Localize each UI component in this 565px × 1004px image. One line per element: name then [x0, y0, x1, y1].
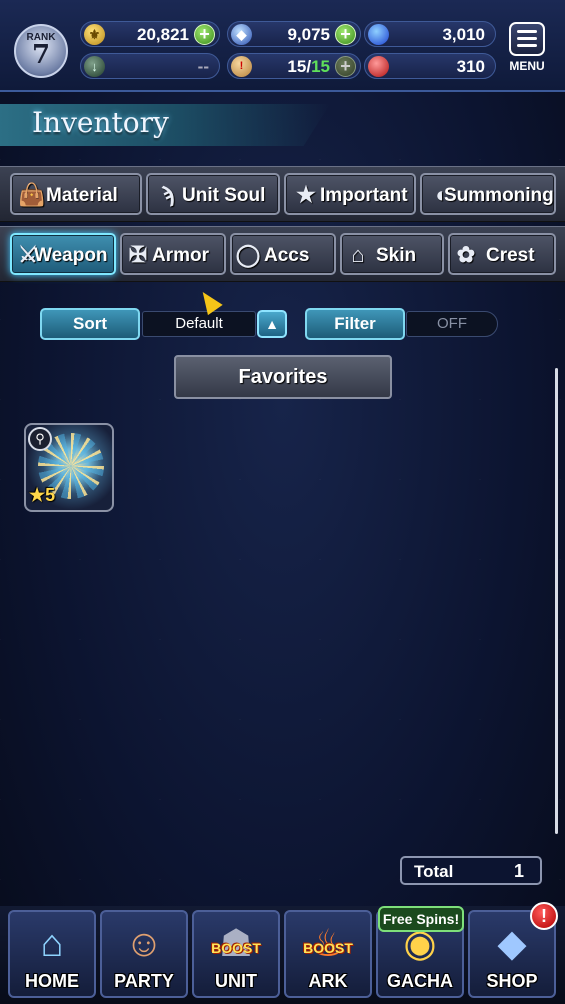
- red-orb-value: 310: [456, 57, 485, 76]
- stamina-value: 15/15: [287, 57, 330, 77]
- nav-party[interactable]: ☺ PARTY: [100, 910, 188, 998]
- tab-important-label: Important: [320, 185, 408, 206]
- total-label: Total: [414, 862, 454, 881]
- armor-icon: ✠: [128, 242, 148, 267]
- star-icon: ★: [296, 182, 316, 207]
- gil-counter: ⚜ 20,821 +: [80, 21, 220, 47]
- party-characters-icon: ☺: [124, 923, 164, 965]
- rank-badge[interactable]: RANK 7: [14, 24, 68, 78]
- page-title: Inventory: [32, 106, 169, 139]
- misc-value: --: [197, 57, 209, 76]
- tab-skin[interactable]: ⌂ Skin: [340, 233, 444, 275]
- flame-icon: ϡ: [161, 182, 175, 207]
- nav-unit[interactable]: ☗ BOOST UNIT: [192, 910, 280, 998]
- total-value: 1: [513, 861, 524, 881]
- nav-home-label: HOME: [25, 971, 79, 991]
- stamina-current: 15: [287, 57, 307, 76]
- key-icon: ⚲: [28, 427, 52, 451]
- nav-ark[interactable]: ♨ BOOST ARK: [284, 910, 372, 998]
- menu-button[interactable]: MENU: [505, 22, 549, 78]
- blue-orb-counter: 3,010: [364, 21, 496, 47]
- rank-value: 7: [31, 40, 51, 70]
- add-gil-button[interactable]: +: [194, 24, 215, 45]
- misc-counter: ↓ --: [80, 53, 220, 79]
- nav-shop-label: SHOP: [486, 971, 538, 991]
- ark-boost-tag: BOOST: [303, 940, 353, 956]
- tab-weapon[interactable]: ⚔ Weapon: [10, 233, 116, 275]
- tab-accs-label: Accs: [264, 245, 310, 266]
- home-crystal-icon: ⌂: [40, 923, 64, 965]
- category-tab-row: 👜 Material ϡ Unit Soul ★ Important ◐ Sum…: [0, 166, 565, 222]
- gil-coin-icon: ⚜: [84, 24, 105, 45]
- bag-icon: 👜: [18, 182, 46, 207]
- lapis-value: 9,075: [287, 25, 330, 44]
- tab-armor-label: Armor: [152, 245, 210, 266]
- add-stamina-button[interactable]: +: [335, 56, 356, 77]
- tab-skin-label: Skin: [376, 245, 417, 266]
- equip-tab-row: ⚔ Weapon ✠ Armor ◯ Accs ⌂ Skin ✿ Crest: [0, 226, 565, 282]
- nav-home[interactable]: ⌂ HOME: [8, 910, 96, 998]
- sort-order-button[interactable]: ▲: [257, 310, 287, 338]
- add-lapis-button[interactable]: +: [335, 24, 356, 45]
- tab-armor[interactable]: ✠ Armor: [120, 233, 226, 275]
- scrollbar[interactable]: [555, 368, 558, 834]
- tab-summoning-label: Summoning: [444, 185, 554, 206]
- gil-value: 20,821: [137, 25, 189, 44]
- red-orb-counter: 310: [364, 53, 496, 79]
- unit-boost-tag: BOOST: [211, 940, 261, 956]
- total-counter: Total 1: [400, 856, 542, 885]
- tab-crest[interactable]: ✿ Crest: [448, 233, 556, 275]
- compass-icon: ↓: [84, 56, 105, 77]
- menu-hamburger-icon: [509, 22, 545, 56]
- chevron-up-icon: ▲: [265, 316, 279, 332]
- tab-material[interactable]: 👜 Material: [10, 173, 142, 215]
- sort-button[interactable]: Sort: [40, 308, 140, 340]
- red-orb-icon: [368, 56, 389, 77]
- filter-value[interactable]: OFF: [406, 311, 498, 337]
- nav-party-label: PARTY: [114, 971, 174, 991]
- inventory-item[interactable]: ⚲ ★5: [24, 423, 114, 512]
- nav-gacha-label: GACHA: [387, 971, 453, 991]
- blue-orb-icon: [368, 24, 389, 45]
- hanger-icon: ⌂: [351, 242, 365, 267]
- favorites-button[interactable]: Favorites: [174, 355, 392, 399]
- tab-accs[interactable]: ◯ Accs: [230, 233, 336, 275]
- item-rarity: ★5: [29, 485, 56, 505]
- stamina-icon: !: [231, 56, 252, 77]
- tab-unit-soul[interactable]: ϡ Unit Soul: [146, 173, 280, 215]
- tab-important[interactable]: ★ Important: [284, 173, 416, 215]
- menu-label: MENU: [509, 59, 545, 73]
- tab-unit-soul-label: Unit Soul: [182, 185, 266, 206]
- tab-crest-label: Crest: [486, 245, 535, 266]
- shop-alert-badge: !: [530, 902, 558, 930]
- sort-value[interactable]: Default: [142, 311, 256, 337]
- lapis-counter: ◆ 9,075 +: [227, 21, 361, 47]
- lapis-crystal-icon: ◆: [231, 24, 252, 45]
- nav-ark-label: ARK: [308, 971, 348, 991]
- filter-button[interactable]: Filter: [305, 308, 405, 340]
- status-bar: RANK 7 ⚜ 20,821 + ◆ 9,075 + 3,010 ↓ -- !…: [0, 0, 565, 92]
- stamina-max: 15: [311, 57, 330, 76]
- item-rarity-value: 5: [45, 485, 56, 505]
- stamina-counter: ! 15/15 +: [227, 53, 361, 79]
- tab-summoning[interactable]: ◐ Summoning: [420, 173, 556, 215]
- ring-icon: ◯: [235, 242, 261, 267]
- tab-material-label: Material: [46, 185, 118, 206]
- nav-unit-label: UNIT: [215, 971, 257, 991]
- free-spins-banner: Free Spins!: [378, 906, 464, 932]
- bottom-navigation: ⌂ HOME ☺ PARTY ☗ BOOST UNIT ♨ BOOST ARK …: [0, 906, 565, 1004]
- tab-weapon-label: Weapon: [34, 245, 108, 266]
- crest-icon: ✿: [456, 242, 476, 267]
- blue-orb-value: 3,010: [442, 25, 485, 44]
